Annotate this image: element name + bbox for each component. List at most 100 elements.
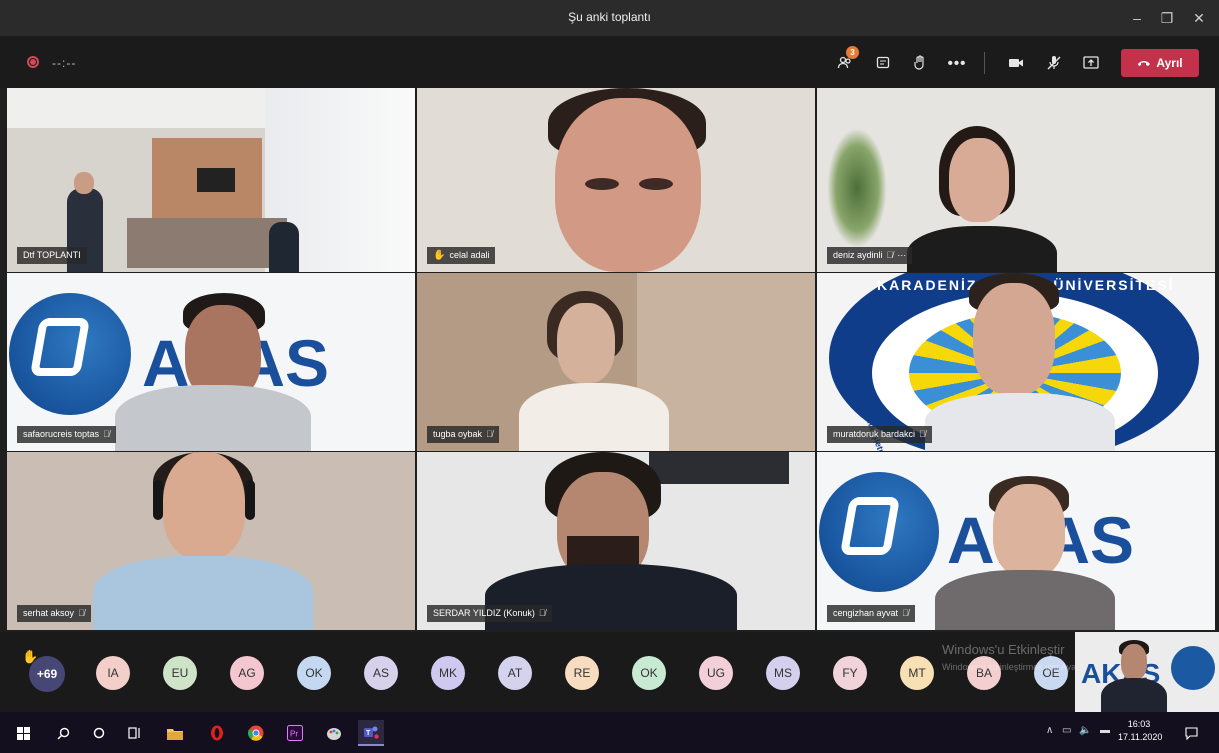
battery-icon[interactable]: ▬ xyxy=(1100,725,1110,736)
leave-button[interactable]: Ayrıl xyxy=(1121,49,1199,77)
participant-name-label: SERDAR YILDIZ (Konuk) 🎙̸ xyxy=(427,605,552,622)
camera-button[interactable] xyxy=(1002,50,1030,76)
raise-hand-button[interactable] xyxy=(906,50,934,76)
video-tile: serhat aksoy 🎙̸ xyxy=(7,452,415,630)
task-view-button[interactable] xyxy=(122,720,148,746)
participant-avatar[interactable]: MT xyxy=(900,656,934,690)
start-button[interactable] xyxy=(10,720,36,746)
participant-name-label: tugba oybak 🎙̸ xyxy=(427,426,499,443)
video-tile: AKAS cengizhan ayvat🎙̸ xyxy=(817,452,1215,630)
participant-name-label: muratdoruk bardakci 🎙̸ xyxy=(827,426,932,443)
participant-avatar[interactable]: IA xyxy=(96,656,130,690)
mic-off-icon: 🎙̸ xyxy=(919,429,926,439)
participant-avatar[interactable]: EU xyxy=(163,656,197,690)
mic-off-icon: 🎙̸ xyxy=(78,608,85,618)
paint-button[interactable] xyxy=(321,720,347,746)
close-button[interactable]: ✕ xyxy=(1182,6,1216,30)
more-actions-button[interactable]: ••• xyxy=(943,50,971,76)
window-title: Şu anki toplantı xyxy=(568,10,651,24)
participant-name-label: deniz aydinli 🎙̸ ··· xyxy=(827,247,913,264)
meeting-controls: --:-- 3 ••• Ayrıl xyxy=(0,36,1219,88)
share-screen-button[interactable] xyxy=(1077,50,1105,76)
participant-avatar[interactable]: AG xyxy=(230,656,264,690)
participant-name-label: serhat aksoy 🎙̸ xyxy=(17,605,91,622)
opera-icon xyxy=(211,725,223,741)
mic-off-icon: 🎙̸ xyxy=(103,429,110,439)
participant-avatar[interactable]: FY xyxy=(833,656,867,690)
hand-icon xyxy=(914,55,924,70)
volume-icon[interactable]: 🔈 xyxy=(1079,725,1091,736)
premiere-button[interactable]: Pr xyxy=(282,720,308,746)
participant-avatar[interactable]: OK xyxy=(297,656,331,690)
mic-off-icon: 🎙̸ xyxy=(886,250,894,260)
participants-button[interactable]: 3 xyxy=(831,46,859,76)
video-tile: deniz aydinli 🎙̸ ··· xyxy=(817,88,1215,272)
chrome-icon xyxy=(248,725,264,741)
participant-name-label: ✋ celal adali xyxy=(427,247,496,264)
participant-avatar[interactable]: UG xyxy=(699,656,733,690)
hang-up-icon xyxy=(1138,61,1151,66)
cortana-button[interactable] xyxy=(86,720,112,746)
task-view-icon xyxy=(128,727,140,739)
opera-button[interactable] xyxy=(204,720,230,746)
participant-avatar[interactable]: MK xyxy=(431,656,465,690)
minimize-button[interactable]: – xyxy=(1120,6,1154,30)
more-participants-button[interactable]: +69 xyxy=(29,656,65,692)
video-tile: Dtf TOPLANTI xyxy=(7,88,415,272)
windows-taskbar: Pr T ∧ ▭ 🔈 ▬ 16:03 17.11.2020 xyxy=(0,712,1219,753)
file-explorer-button[interactable] xyxy=(162,720,188,746)
notification-icon xyxy=(1184,726,1198,740)
participants-badge: 3 xyxy=(846,46,859,59)
clock-time: 16:03 xyxy=(1127,719,1151,729)
video-tile: AKAS safaorucreis toptas🎙̸ xyxy=(7,273,415,451)
network-icon[interactable]: ▭ xyxy=(1062,725,1071,736)
svg-text:Pr: Pr xyxy=(290,730,298,739)
mic-off-icon: 🎙̸ xyxy=(486,429,493,439)
video-tile: ✋ celal adali xyxy=(417,88,815,272)
svg-text:T: T xyxy=(366,730,371,737)
participant-avatar[interactable]: AT xyxy=(498,656,532,690)
mute-button[interactable] xyxy=(1040,50,1068,76)
paint-icon xyxy=(327,728,341,740)
more-icon: ••• xyxy=(947,54,967,72)
participant-avatar[interactable]: AS xyxy=(364,656,398,690)
windows-icon xyxy=(16,726,30,740)
participant-name-label: Dtf TOPLANTI xyxy=(17,247,87,264)
camera-icon xyxy=(1009,59,1023,67)
mic-off-icon xyxy=(1047,56,1061,70)
participant-name-label: safaorucreis toptas 🎙̸ xyxy=(17,426,116,443)
search-icon xyxy=(57,727,69,739)
tray-chevron-icon[interactable]: ∧ xyxy=(1046,725,1053,736)
mic-off-icon: 🎙̸ xyxy=(538,608,546,618)
activation-watermark-title: Windows'u Etkinleştir xyxy=(942,642,1065,657)
teams-icon: T xyxy=(364,726,379,739)
mic-off-icon: 🎙̸ xyxy=(902,608,909,618)
participant-strip: ✋ +69 IA EU AG OK AS MK AT RE OK UG MS FY MT BA OE Win… xyxy=(0,632,1219,712)
clock-date: 17.11.2020 xyxy=(1118,732,1163,742)
participant-avatar[interactable]: OK xyxy=(632,656,666,690)
taskbar-clock[interactable]: 16:03 17.11.2020 xyxy=(1118,718,1163,744)
chrome-button[interactable] xyxy=(243,720,269,746)
folder-icon xyxy=(167,728,183,740)
video-tile: KARADENİZ TEKNİK ÜNİVERSİTESİ Deniz Ulaş… xyxy=(817,273,1215,451)
teams-button[interactable]: T xyxy=(358,720,384,746)
leave-label: Ayrıl xyxy=(1156,56,1183,70)
recording-indicator-icon xyxy=(27,56,39,68)
title-bar: Şu anki toplantı – ❐ ✕ xyxy=(0,0,1219,36)
search-button[interactable] xyxy=(50,720,76,746)
self-view-video: AKAS xyxy=(1075,632,1219,712)
meeting-timer: --:-- xyxy=(52,56,77,70)
participant-name-label: cengizhan ayvat 🎙̸ xyxy=(827,605,915,622)
raised-hand-icon: ✋ xyxy=(433,250,446,261)
premiere-icon: Pr xyxy=(287,725,303,741)
video-tile: SERDAR YILDIZ (Konuk) 🎙̸ xyxy=(417,452,815,630)
share-icon xyxy=(1083,56,1099,69)
notifications-button[interactable] xyxy=(1178,720,1204,746)
divider xyxy=(984,52,985,74)
cortana-icon xyxy=(93,727,105,739)
participant-avatar[interactable]: MS xyxy=(766,656,800,690)
restore-button[interactable]: ❐ xyxy=(1150,6,1184,30)
participant-avatar[interactable]: RE xyxy=(565,656,599,690)
video-tile: tugba oybak 🎙̸ xyxy=(417,273,815,451)
chat-button[interactable] xyxy=(869,50,897,76)
